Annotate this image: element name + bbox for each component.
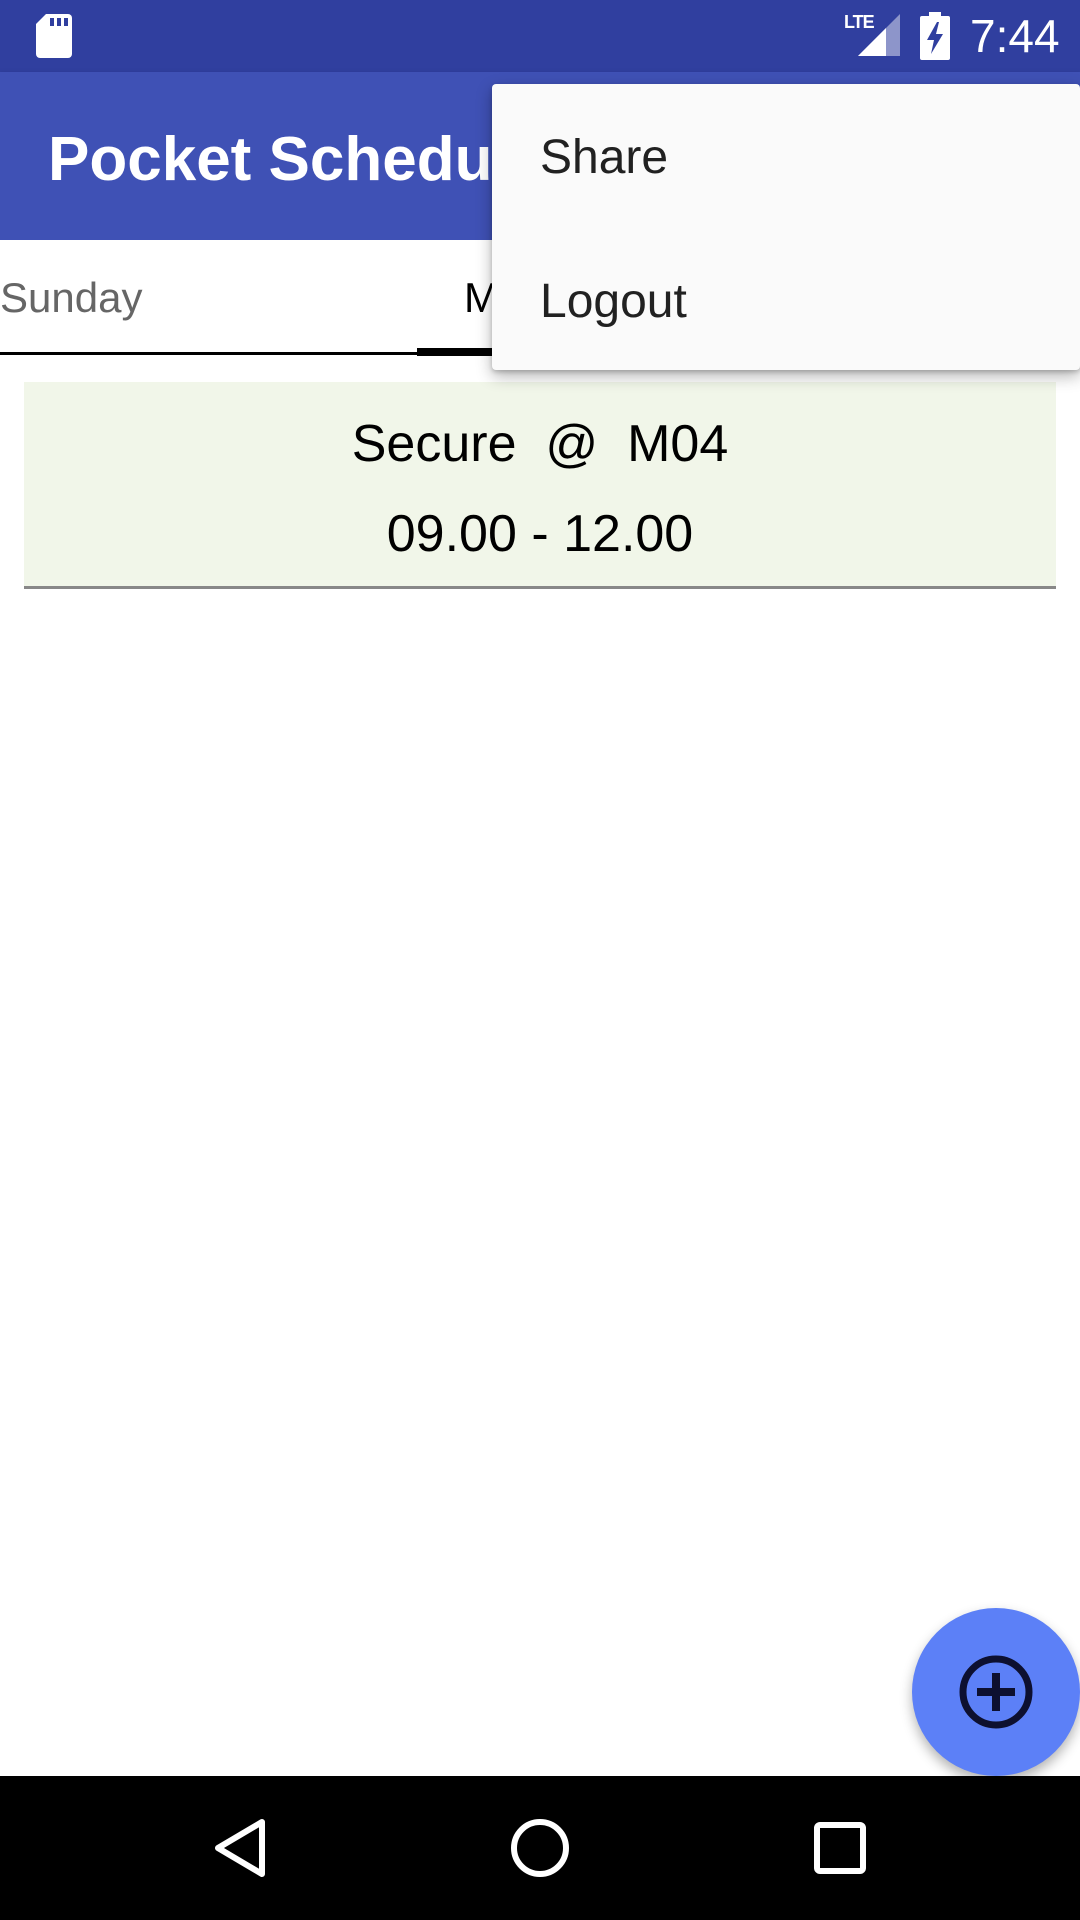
tab-sunday[interactable]: Sunday: [0, 270, 142, 326]
menu-item-logout[interactable]: Logout: [492, 228, 1080, 372]
navigation-bar: [0, 1776, 1080, 1920]
schedule-entry-card[interactable]: Secure @ M04 09.00 - 12.00: [24, 382, 1056, 589]
home-icon: [511, 1819, 569, 1877]
menu-item-label: Share: [540, 131, 669, 184]
schedule-entry-time: 09.00 - 12.00: [386, 505, 694, 563]
schedule-entry-title: Secure @ M04: [351, 415, 729, 473]
sd-card-icon: [36, 14, 72, 58]
menu-item-label: Logout: [540, 275, 687, 328]
status-bar: LTE 7:44: [0, 0, 1080, 72]
back-icon: [215, 1819, 265, 1877]
add-schedule-fab[interactable]: [912, 1608, 1080, 1776]
status-time: 7:44: [970, 10, 1060, 62]
recents-icon: [814, 1822, 866, 1874]
menu-item-share[interactable]: Share: [492, 84, 1080, 228]
recents-button[interactable]: [792, 1800, 888, 1896]
overflow-menu: Share Logout: [492, 84, 1080, 370]
back-button[interactable]: [192, 1800, 288, 1896]
battery-charging-icon: [920, 12, 950, 60]
add-circle-icon: [959, 1655, 1033, 1729]
network-type-label: LTE: [844, 12, 875, 32]
home-button[interactable]: [492, 1800, 588, 1896]
app-title: Pocket Schedule: [48, 125, 545, 194]
screen: LTE 7:44 Pocket Schedule Sunday M Secure…: [0, 0, 1080, 1920]
